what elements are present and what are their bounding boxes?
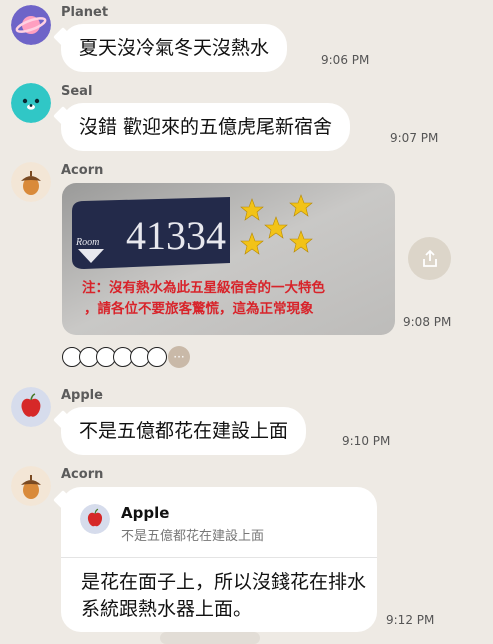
message-time: 9:10 PM: [342, 434, 391, 448]
message-time: 9:08 PM: [403, 315, 452, 329]
quoted-avatar: [80, 504, 110, 534]
sender-name: Acorn: [61, 163, 104, 178]
avatar-seal[interactable]: [11, 83, 51, 123]
message-text: 是花在面子上，所以沒錢花在排水系統跟熱水器上面。: [81, 571, 367, 620]
reply-message-bubble[interactable]: Apple 不是五億都花在建設上面 是花在面子上，所以沒錢花在排水系統跟熱水器上…: [61, 487, 377, 632]
sender-name: Planet: [61, 5, 109, 20]
share-icon: [422, 249, 437, 267]
quoted-sender: Apple: [121, 504, 170, 522]
avatar-planet[interactable]: [11, 5, 51, 45]
quoted-text: 不是五億都花在建設上面: [121, 529, 265, 544]
sender-name: Seal: [61, 84, 93, 99]
caption-line-2: ，請各位不要旅客驚慌，這為正常現象: [84, 300, 314, 317]
room-number: 41334: [126, 213, 226, 258]
reaction-face-icon: [147, 347, 167, 367]
sender-name: Acorn: [61, 467, 104, 482]
planet-icon: [11, 5, 51, 45]
room-sign-photo: 41334 Room 注：沒有熱水為此五星級宿舍的一大特色 ，請各位不要旅客驚慌…: [62, 183, 395, 335]
caption-line-1: 注：沒有熱水為此五星級宿舍的一大特色: [82, 279, 325, 296]
avatar-acorn[interactable]: [11, 162, 51, 202]
share-button[interactable]: [408, 237, 451, 280]
image-message[interactable]: 41334 Room 注：沒有熱水為此五星級宿舍的一大特色 ，請各位不要旅客驚慌…: [62, 183, 395, 335]
next-message-edge: [160, 632, 260, 644]
avatar-apple[interactable]: [11, 387, 51, 427]
message-time: 9:12 PM: [386, 613, 435, 627]
message-bubble[interactable]: 沒錯 歡迎來的五億虎尾新宿舍: [61, 103, 351, 151]
sender-name: Apple: [61, 388, 103, 403]
acorn-icon: [11, 466, 51, 506]
message-bubble[interactable]: 不是五億都花在建設上面: [61, 407, 307, 455]
acorn-icon: [11, 162, 51, 202]
seal-icon: [11, 83, 51, 123]
message-time: 9:06 PM: [321, 53, 370, 67]
reaction-bar[interactable]: ···: [62, 344, 190, 370]
more-reactions-button[interactable]: ···: [168, 346, 190, 368]
room-label: Room: [75, 237, 99, 248]
apple-icon: [11, 387, 51, 427]
apple-icon: [80, 504, 110, 534]
avatar-acorn[interactable]: [11, 466, 51, 506]
quoted-message[interactable]: Apple 不是五億都花在建設上面: [61, 487, 377, 558]
message-time: 9:07 PM: [390, 131, 439, 145]
message-bubble[interactable]: 夏天沒冷氣冬天沒熱水: [61, 24, 288, 72]
